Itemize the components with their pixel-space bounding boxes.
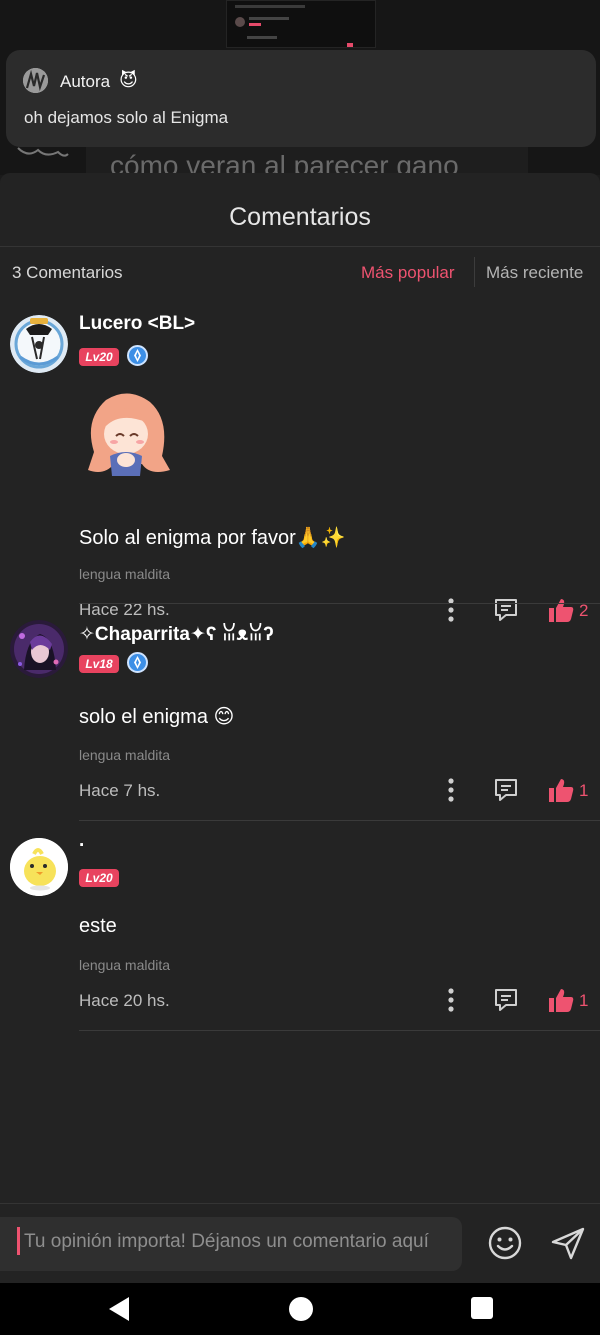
comment-text: Solo al enigma por favor🙏✨ bbox=[79, 527, 346, 549]
divider bbox=[79, 603, 600, 604]
avatar[interactable] bbox=[10, 315, 68, 373]
thumbs-up-icon[interactable] bbox=[547, 776, 575, 804]
toast-author: Autora bbox=[60, 72, 111, 91]
comment-topic: lengua maldita bbox=[79, 747, 171, 763]
verified-badge-icon bbox=[127, 345, 148, 366]
comment-count: 3 Comentarios bbox=[12, 263, 123, 282]
sticker-image bbox=[88, 393, 170, 476]
background-screenshot bbox=[226, 0, 376, 48]
home-icon[interactable] bbox=[289, 1297, 313, 1321]
comment-input[interactable]: Tu opinión importa! Déjanos un comentari… bbox=[0, 1217, 462, 1271]
level-badge: Lv20 bbox=[79, 869, 119, 887]
divider bbox=[474, 257, 475, 287]
system-nav-bar bbox=[0, 1283, 600, 1335]
back-icon[interactable] bbox=[107, 1296, 131, 1322]
comment-topic: lengua maldita bbox=[79, 566, 171, 582]
comment-author[interactable]: Lucero <BL> bbox=[79, 313, 195, 335]
more-vertical-icon[interactable] bbox=[440, 986, 462, 1014]
avatar[interactable] bbox=[10, 838, 68, 896]
comment-item: . Lv20 este lengua maldita Hace 20 hs. 1 bbox=[0, 830, 600, 1036]
background-story-text: cómo veran al parecer gano bbox=[110, 150, 459, 175]
comment-author[interactable]: . bbox=[79, 830, 84, 852]
send-icon[interactable] bbox=[549, 1224, 587, 1262]
comment-text: este bbox=[79, 915, 117, 937]
comment-topic: lengua maldita bbox=[79, 957, 171, 973]
text-caret bbox=[17, 1227, 20, 1255]
toast-avatar bbox=[23, 68, 48, 93]
toast-message: oh dejamos solo al Enigma bbox=[24, 108, 229, 127]
toast-author-emoji: 😈 bbox=[119, 70, 138, 90]
reply-icon[interactable] bbox=[492, 986, 520, 1014]
comment-item: Lucero <BL> Lv20 Lv20 Solo al enigma por… bbox=[0, 310, 600, 622]
reply-icon[interactable] bbox=[492, 776, 520, 804]
comment-text: solo el enigma 😊 bbox=[79, 706, 235, 728]
comment-author[interactable]: ✧Chaparrita✦ʕ ꈍᴥꈍʔ bbox=[79, 620, 274, 646]
recents-icon[interactable] bbox=[471, 1297, 493, 1319]
sheet-title: Comentarios bbox=[229, 203, 371, 231]
sort-popular-button[interactable]: Más popular bbox=[361, 263, 455, 283]
thumbs-up-icon[interactable] bbox=[547, 986, 575, 1014]
divider bbox=[79, 820, 600, 821]
smiley-icon[interactable] bbox=[486, 1224, 524, 1262]
divider bbox=[0, 246, 600, 247]
comment-time: Hace 20 hs. bbox=[79, 991, 170, 1010]
comments-sheet: Comentarios 3 Comentarios Más popular Má… bbox=[0, 173, 600, 1203]
like-count: 1 bbox=[579, 991, 589, 1010]
divider bbox=[79, 1030, 600, 1031]
like-count: 1 bbox=[579, 781, 589, 800]
comment-time: Hace 7 hs. bbox=[79, 781, 161, 800]
notification-toast[interactable]: Autora 😈 oh dejamos solo al Enigma bbox=[6, 50, 596, 147]
avatar[interactable] bbox=[10, 620, 68, 678]
comment-item: ✧Chaparrita✦ʕ ꈍᴥꈍʔ Lv18 solo el enigma 😊… bbox=[0, 618, 600, 818]
verified-badge-icon bbox=[127, 652, 148, 673]
level-badge: Lv20 bbox=[79, 348, 119, 366]
more-vertical-icon[interactable] bbox=[440, 776, 462, 804]
comment-input-bar: Tu opinión importa! Déjanos un comentari… bbox=[0, 1203, 600, 1283]
sort-recent-button[interactable]: Más reciente bbox=[486, 263, 583, 283]
comment-input-placeholder: Tu opinión importa! Déjanos un comentari… bbox=[24, 1231, 429, 1252]
level-badge: Lv18 bbox=[79, 655, 119, 673]
